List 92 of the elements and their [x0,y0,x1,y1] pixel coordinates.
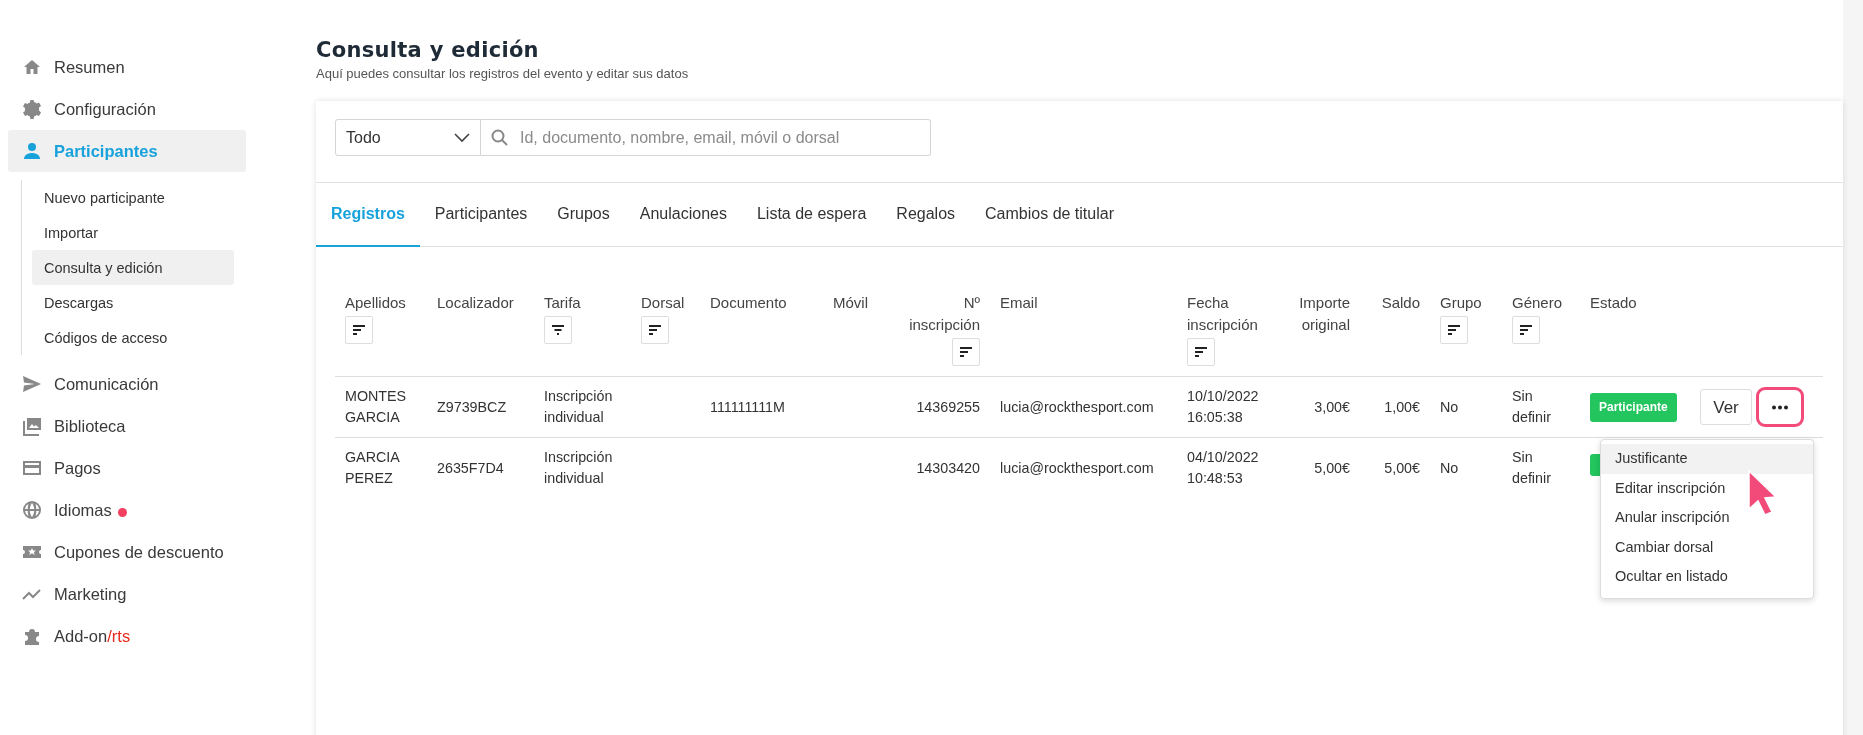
sort-icon [1447,324,1461,335]
sort-button[interactable] [952,338,980,366]
menu-item[interactable]: Cambiar dorsal [1601,532,1813,562]
column-header: Fecha inscripción [1187,294,1258,333]
column-header: Saldo [1381,294,1420,311]
table-cell: 2635F7D4 [437,459,504,476]
sort-button[interactable] [1512,316,1540,344]
page-title: Consulta y edición [316,38,540,62]
sidebar-subitem[interactable]: Consulta y edición [32,250,234,285]
menu-item[interactable]: Justificante [1601,444,1813,474]
sort-icon [1194,346,1208,357]
sidebar-item[interactable]: Marketing [8,573,246,615]
tab[interactable]: Grupos [542,183,625,247]
filter-icon [551,324,565,335]
tab[interactable]: Participantes [419,183,543,247]
ellipsis-icon [1771,404,1789,410]
table-cell: No [1440,398,1459,415]
menu-item[interactable]: Ocultar en listado [1601,562,1813,592]
table-cell: No [1440,459,1459,476]
sidebar-item[interactable]: Cupones de descuento [8,531,246,573]
page-subtitle: Aquí puedes consultar los registros del evento y editar sus datos [316,66,690,81]
menu-item[interactable]: Anular inscripción [1601,503,1813,533]
table-cell: Inscripción individual [544,388,613,425]
sidebar-subitem[interactable]: Códigos de acceso [32,320,234,355]
table-cell: 1,00€ [1384,398,1420,415]
table-cell: 5,00€ [1314,459,1350,476]
column-header: Email [1000,294,1038,311]
table-cell: MONTES GARCIA [345,388,407,425]
filter-dropdown[interactable]: Todo [335,119,481,156]
table-cell: Z9739BCZ [437,398,507,415]
table-cell: 3,00€ [1314,398,1350,415]
table-cell: Inscripción individual [544,449,613,486]
column-header: Importe original [1299,294,1350,333]
sort-icon [352,324,366,335]
sidebar-item[interactable]: Configuración [8,88,246,130]
table-cell: lucia@rockthesport.com [1000,459,1154,476]
filter-button[interactable] [544,316,572,344]
nav-icon [22,500,42,520]
table-cell: lucia@rockthesport.com [1000,398,1154,415]
table-cell: 04/10/2022 10:48:53 [1187,449,1259,486]
table-cell: 14369255 [916,398,980,415]
sidebar-item[interactable]: Add-on/rts [8,615,246,657]
sidebar-item[interactable]: Resumen [8,46,246,88]
nav-icon [22,141,42,161]
table-cell: 111111111M [710,398,785,415]
tab[interactable]: Cambios de titular [970,183,1129,247]
nav-icon [22,99,42,119]
column-header: Nº inscripción [909,294,980,333]
sort-button[interactable] [1187,338,1215,366]
sidebar-item[interactable]: Comunicación [8,363,246,405]
search-field[interactable]: Id, documento, nombre, email, móvil o dorsal [481,119,931,156]
table-cell: GARCIA PEREZ [345,449,400,486]
column-header: Grupo [1440,294,1482,311]
sidebar-subitem[interactable]: Importar [32,215,234,250]
search-icon [491,129,508,146]
sort-button[interactable] [641,316,669,344]
sort-icon [959,346,973,357]
sidebar-subitem[interactable]: Nuevo participante [32,180,234,215]
table-cell: 14303420 [916,459,980,476]
column-header: Móvil [833,294,868,311]
column-header: Estado [1590,294,1637,311]
sidebar-item[interactable]: Idiomas [8,489,246,531]
sort-button[interactable] [1440,316,1468,344]
sidebar-item[interactable]: Pagos [8,447,246,489]
column-header: Género [1512,294,1563,311]
sort-icon [648,324,662,335]
tab[interactable]: Lista de espera [741,183,882,247]
column-header: Localizador [437,294,514,311]
column-header: Documento [710,294,787,311]
more-button[interactable] [1756,387,1804,427]
menu-item[interactable]: Editar inscripción [1601,473,1813,503]
sort-button[interactable] [345,316,373,344]
tab[interactable]: Regalos [881,183,971,247]
sidebar-subitem[interactable]: Descargas [32,285,234,320]
view-button[interactable]: Ver [1700,389,1752,425]
table-cell: Sin definir [1512,449,1551,486]
nav-icon [22,626,42,646]
table-cell: Sin definir [1512,388,1551,425]
nav-icon [22,57,42,77]
column-header: Dorsal [641,294,685,311]
sidebar-item[interactable]: Biblioteca [8,405,246,447]
nav-icon [22,374,42,394]
chevron-down-icon [454,132,470,143]
table-cell: 5,00€ [1384,459,1420,476]
status-badge: Participante [1590,392,1677,422]
nav-icon [22,458,42,478]
sort-icon [1519,324,1533,335]
column-header: Tarifa [544,294,581,311]
table-cell: 10/10/2022 16:05:38 [1187,388,1259,425]
tab[interactable]: Anulaciones [624,183,742,247]
column-header: Apellidos [345,294,406,311]
nav-icon [22,416,42,436]
